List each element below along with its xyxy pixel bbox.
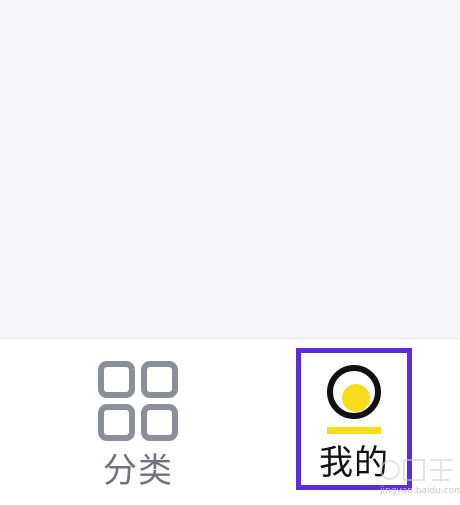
tab-category[interactable]: 分类 bbox=[48, 339, 228, 505]
tab-category-label: 分类 bbox=[103, 451, 173, 491]
grid-icon bbox=[98, 361, 178, 441]
watermark-text: jingyan.baidu.com bbox=[380, 486, 460, 496]
content-area bbox=[0, 0, 460, 338]
